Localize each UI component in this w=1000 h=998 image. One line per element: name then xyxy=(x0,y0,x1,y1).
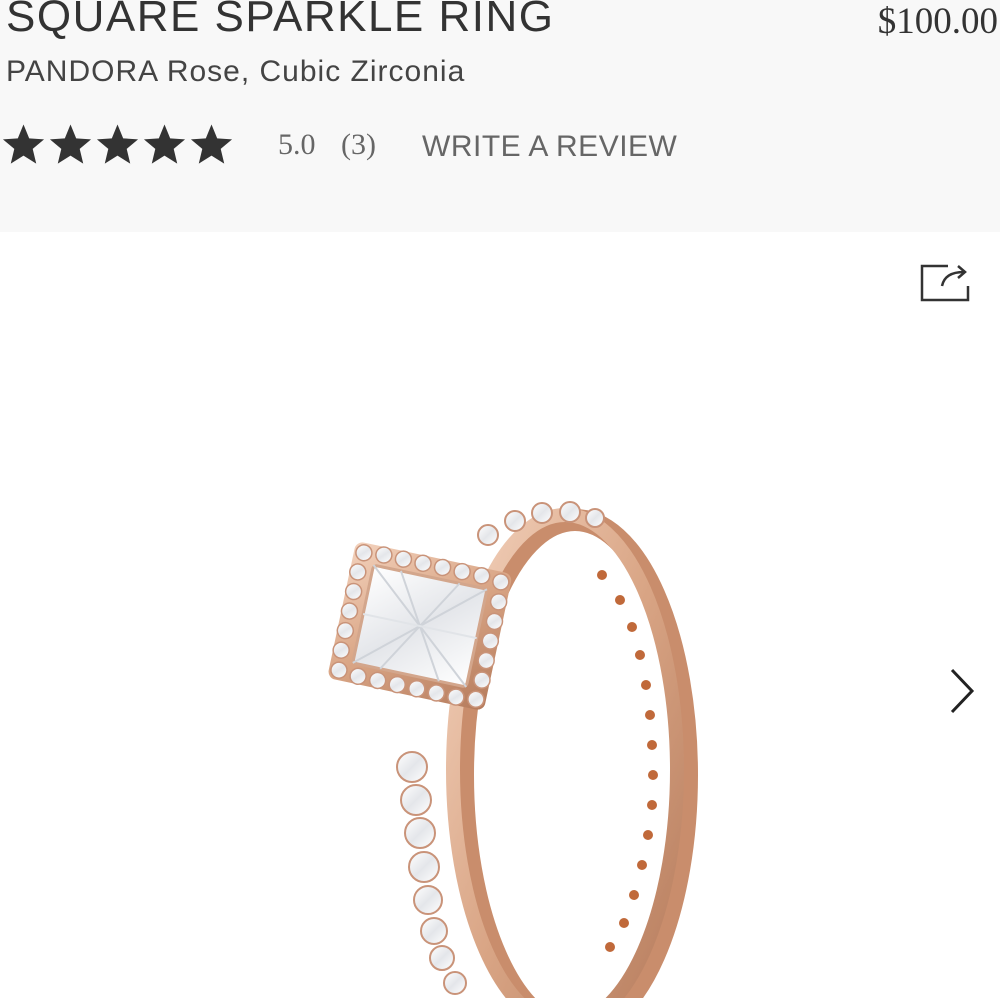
product-header: SQUARE SPARKLE RING $100.00 PANDORA Rose… xyxy=(0,0,1000,232)
chevron-right-icon[interactable] xyxy=(942,666,978,716)
star-icon xyxy=(143,124,186,164)
star-icon xyxy=(2,124,45,164)
rating-count[interactable]: (3) xyxy=(341,128,376,162)
product-price: $100.00 xyxy=(877,1,998,42)
rating-stars[interactable] xyxy=(0,118,235,172)
product-page: SQUARE SPARKLE RING $100.00 PANDORA Rose… xyxy=(0,0,1000,998)
star-icon xyxy=(190,124,233,164)
product-title: SQUARE SPARKLE RING xyxy=(6,0,555,41)
product-subtitle: PANDORA Rose, Cubic Zirconia xyxy=(6,55,466,88)
product-image xyxy=(328,501,698,998)
star-icon xyxy=(49,124,92,164)
write-review-link[interactable]: WRITE A REVIEW xyxy=(422,130,677,164)
rating-value: 5.0 xyxy=(278,128,316,161)
star-icon xyxy=(96,124,139,164)
share-icon[interactable] xyxy=(918,262,972,304)
